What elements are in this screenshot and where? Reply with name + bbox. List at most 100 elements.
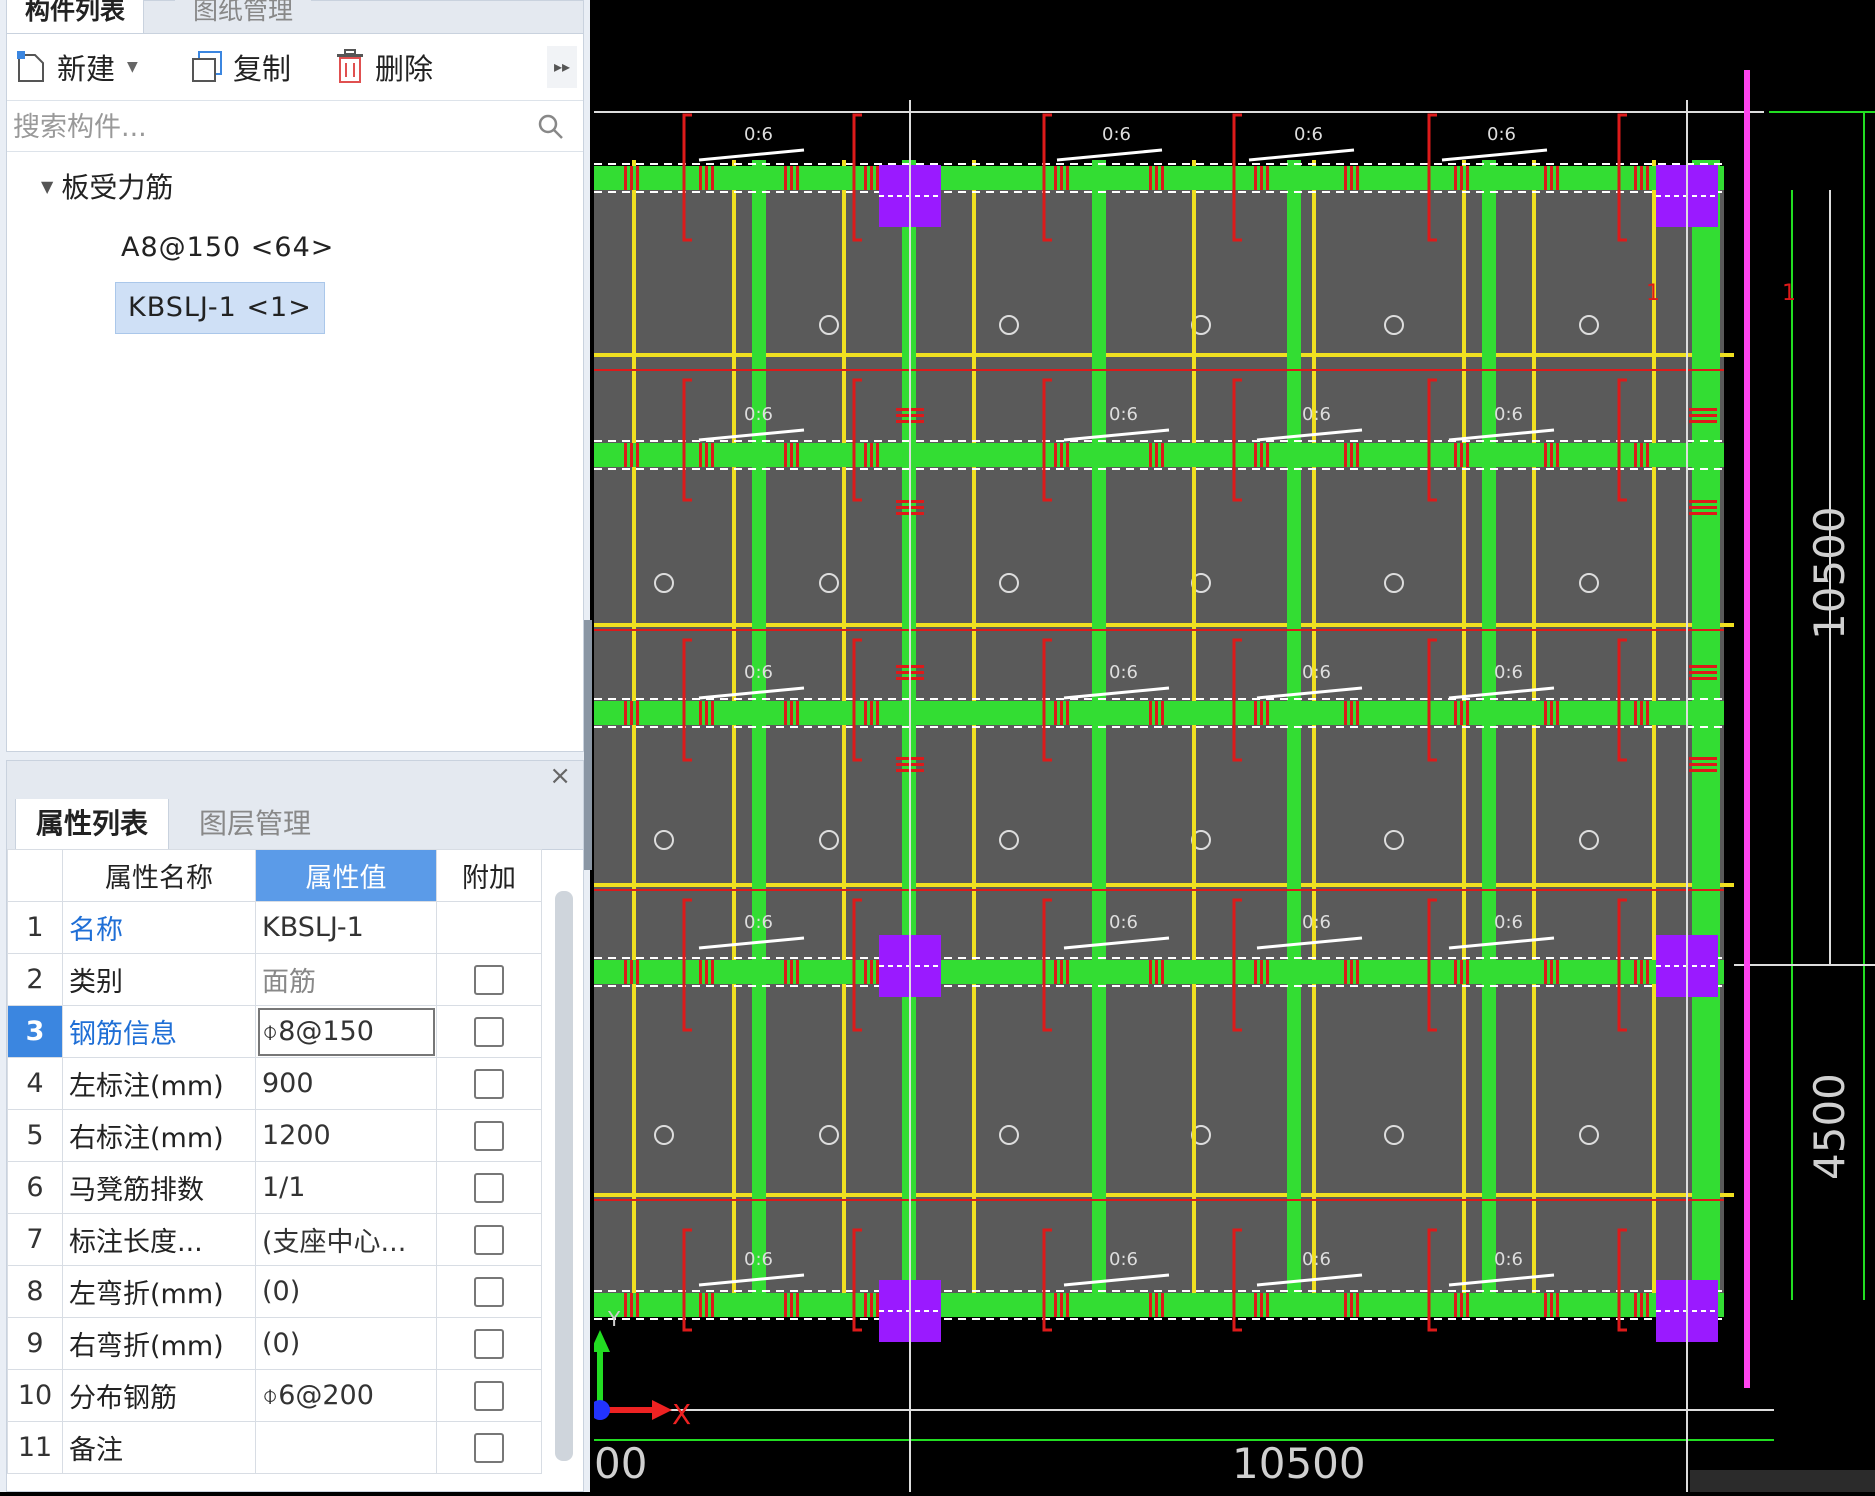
- property-value[interactable]: (0): [255, 1265, 437, 1318]
- panel-splitter[interactable]: [584, 620, 592, 870]
- property-value[interactable]: 1200: [255, 1109, 437, 1162]
- rebar-mark: [630, 960, 633, 984]
- rebar-mark: [1454, 166, 1457, 190]
- collapse-arrow-icon[interactable]: ▼: [41, 177, 53, 196]
- rebar-mark: [1266, 1293, 1269, 1317]
- search-icon[interactable]: [537, 113, 565, 141]
- additional-checkbox[interactable]: [474, 1017, 504, 1048]
- component-search: [7, 101, 583, 152]
- property-value[interactable]: (0): [255, 1317, 437, 1370]
- additional-checkbox[interactable]: [474, 1277, 504, 1308]
- dimension-horizontal-10500: 10500: [1232, 1439, 1366, 1488]
- rebar-mark: [1054, 443, 1057, 467]
- rebar-mark: [1646, 960, 1649, 984]
- rebar-mark: [1689, 769, 1717, 772]
- rebar-mark: [784, 443, 787, 467]
- rebar-mark: [1060, 166, 1063, 190]
- close-icon[interactable]: ×: [549, 761, 571, 791]
- additional-checkbox[interactable]: [474, 965, 504, 996]
- rebar-mark: [1344, 1293, 1347, 1317]
- rebar-mark: [1149, 443, 1152, 467]
- rebar-mark: [1460, 701, 1463, 725]
- property-value[interactable]: (支座中心...: [255, 1213, 437, 1266]
- rebar-mark: [1350, 443, 1353, 467]
- property-value[interactable]: [255, 1421, 437, 1474]
- beam: [752, 160, 766, 1315]
- rebar-label: 0:6: [1494, 1249, 1523, 1270]
- additional-checkbox[interactable]: [474, 1433, 504, 1464]
- table-header-row: 属性名称 属性值 附加: [7, 849, 542, 902]
- additional-cell: [436, 1161, 542, 1214]
- table-row[interactable]: 9 右弯折(mm) (0): [7, 1317, 542, 1370]
- table-row[interactable]: 8 左弯折(mm) (0): [7, 1265, 542, 1318]
- delete-button[interactable]: 删除: [333, 46, 433, 88]
- more-tools-icon[interactable]: ▸▸: [547, 46, 577, 88]
- tree-group-slab-rebar[interactable]: ▼ 板受力筋: [41, 166, 173, 206]
- rebar-mark: [1155, 166, 1158, 190]
- copy-button[interactable]: 复制: [189, 46, 291, 88]
- new-button[interactable]: 新建 ▼: [15, 46, 138, 88]
- rebar-mark: [1161, 166, 1164, 190]
- rebar-mark: [784, 701, 787, 725]
- table-row[interactable]: 5 右标注(mm) 1200: [7, 1109, 542, 1162]
- rebar-mark: [1454, 960, 1457, 984]
- property-value[interactable]: 900: [255, 1057, 437, 1110]
- beam: [1482, 160, 1496, 1315]
- rebar-mark: [1544, 1293, 1547, 1317]
- cad-drawing[interactable]: 0:6 0:6 0:6 0:6 0:6 0:6 0:6 0:6 0:6 0:6 0:6 0:6 0:6 0…: [590, 0, 1875, 1492]
- rebar-mark: [1254, 443, 1257, 467]
- table-row[interactable]: 6 马凳筋排数 1/1: [7, 1161, 542, 1214]
- additional-checkbox[interactable]: [474, 1329, 504, 1360]
- rebar-mark: [624, 1293, 627, 1317]
- property-value-editor[interactable]: ⌽8@150: [255, 1005, 437, 1058]
- rebar-mark: [1149, 1293, 1152, 1317]
- additional-checkbox[interactable]: [474, 1225, 504, 1256]
- rebar-label: 0:6: [1109, 912, 1138, 933]
- property-name: 左弯折(mm): [62, 1265, 256, 1318]
- rebar-mark: [1149, 701, 1152, 725]
- table-row[interactable]: 10 分布钢筋 ⌽6@200: [7, 1369, 542, 1422]
- rebar-mark: [1350, 960, 1353, 984]
- rebar-mark: [1060, 701, 1063, 725]
- tree-item-a8[interactable]: A8@150 <64>: [109, 223, 346, 273]
- tab-layer-management[interactable]: 图层管理: [179, 799, 331, 849]
- table-row[interactable]: 7 标注长度... (支座中心...: [7, 1213, 542, 1266]
- rebar-mark: [876, 701, 879, 725]
- rebar-mark: [699, 1293, 702, 1317]
- additional-checkbox[interactable]: [474, 1069, 504, 1100]
- cad-drawing-canvas[interactable]: 0:6 0:6 0:6 0:6 0:6 0:6 0:6 0:6 0:6 0:6 0:6 0:6 0:6 0…: [590, 0, 1875, 1492]
- tab-property-list[interactable]: 属性列表: [15, 799, 170, 849]
- property-scrollbar[interactable]: [555, 891, 573, 1461]
- dropdown-arrow-icon[interactable]: ▼: [127, 59, 138, 75]
- rebar-mark: [1544, 960, 1547, 984]
- table-row[interactable]: 4 左标注(mm) 900: [7, 1057, 542, 1110]
- property-value[interactable]: 1/1: [255, 1161, 437, 1214]
- rebar-mark: [864, 166, 867, 190]
- rebar-mark: [1054, 166, 1057, 190]
- rebar-mark: [1344, 960, 1347, 984]
- left-sidebar: 构件列表 图纸管理 新建 ▼ 复制 删除 ▸▸ 搜索构件... ▼ 板受力筋 A…: [0, 0, 592, 1492]
- row-number: 5: [7, 1109, 63, 1162]
- dimension-vertical-4500: 4500: [1805, 1073, 1854, 1180]
- additional-checkbox[interactable]: [474, 1381, 504, 1412]
- table-row[interactable]: 3 钢筋信息 ⌽8@150: [7, 1005, 542, 1058]
- table-row[interactable]: 2 类别 面筋: [7, 953, 542, 1006]
- search-input[interactable]: [11, 107, 515, 147]
- additional-checkbox[interactable]: [474, 1173, 504, 1204]
- property-value[interactable]: ⌽6@200: [255, 1369, 437, 1422]
- rebar-mark: [705, 443, 708, 467]
- additional-checkbox[interactable]: [474, 1121, 504, 1152]
- tab-component-list[interactable]: 构件列表: [7, 0, 145, 33]
- property-value[interactable]: KBSLJ-1: [255, 901, 437, 954]
- property-value[interactable]: 面筋: [255, 953, 437, 1006]
- tree-item-kbslj-1[interactable]: KBSLJ-1 <1>: [115, 282, 325, 334]
- table-row[interactable]: 11 备注: [7, 1421, 542, 1474]
- row-number: 10: [7, 1369, 63, 1422]
- rebar-mark: [1689, 665, 1717, 668]
- rebar-mark: [1646, 166, 1649, 190]
- rebar-mark: [711, 701, 714, 725]
- rebar-label: 0:6: [1494, 662, 1523, 683]
- table-row[interactable]: 1 名称 KBSLJ-1: [7, 901, 542, 954]
- rebar-mark: [1466, 166, 1469, 190]
- tab-drawing-management[interactable]: 图纸管理: [175, 0, 312, 33]
